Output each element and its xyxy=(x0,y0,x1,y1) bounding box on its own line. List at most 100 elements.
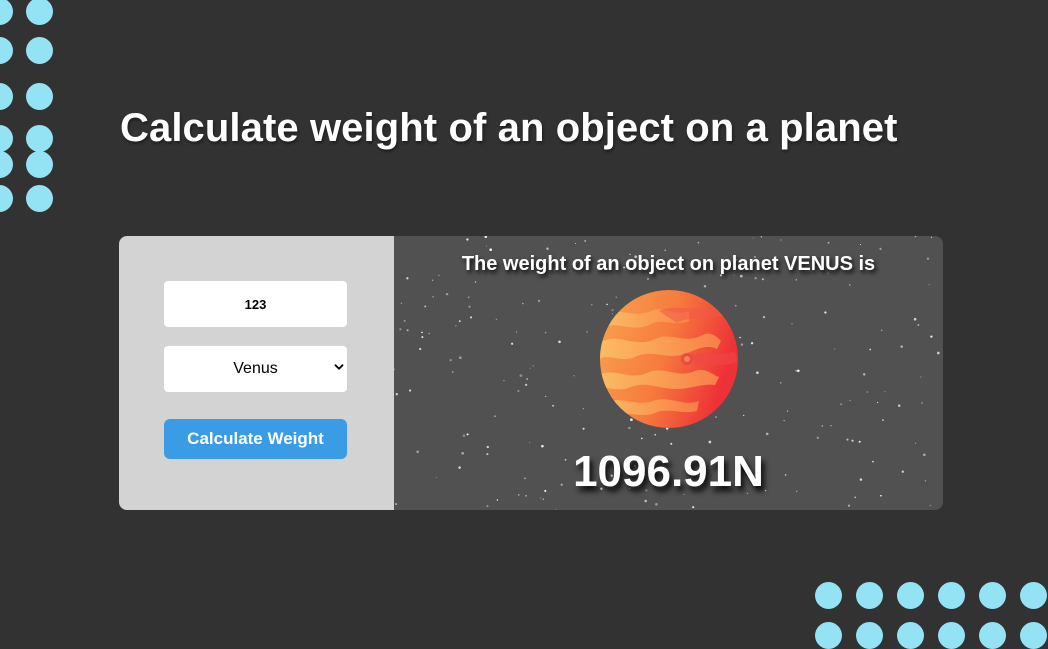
star xyxy=(750,342,754,345)
star xyxy=(670,442,673,445)
decorative-dots-bottom-right xyxy=(815,582,1047,649)
star xyxy=(428,332,430,335)
star xyxy=(539,497,541,499)
decorative-dots-top-left xyxy=(0,0,53,220)
decorative-dot xyxy=(897,582,924,609)
star xyxy=(529,442,531,444)
decorative-dot xyxy=(26,151,53,178)
star xyxy=(869,348,872,351)
decorative-dot xyxy=(979,582,1006,609)
star xyxy=(929,504,932,507)
star xyxy=(403,319,406,322)
star xyxy=(664,249,666,252)
star xyxy=(586,331,588,333)
star xyxy=(862,373,866,376)
star xyxy=(496,499,499,501)
star xyxy=(406,329,409,332)
star xyxy=(519,374,523,377)
star xyxy=(574,242,577,245)
star xyxy=(466,433,469,436)
decorative-dot xyxy=(815,622,842,649)
star xyxy=(915,442,917,444)
star xyxy=(408,389,412,392)
star xyxy=(791,323,793,325)
star xyxy=(395,503,398,506)
star xyxy=(834,348,836,350)
star xyxy=(542,498,545,501)
star xyxy=(848,284,851,286)
star xyxy=(529,367,531,369)
star xyxy=(821,425,823,427)
star xyxy=(510,342,514,345)
star xyxy=(517,389,520,393)
star xyxy=(451,371,454,373)
star xyxy=(866,391,869,393)
star xyxy=(474,281,477,283)
star xyxy=(494,415,496,417)
star xyxy=(584,240,586,242)
star xyxy=(882,419,884,421)
star xyxy=(546,247,549,250)
star xyxy=(739,336,741,339)
star xyxy=(486,245,488,247)
star xyxy=(765,432,769,436)
star xyxy=(760,236,763,238)
star xyxy=(795,279,797,281)
star xyxy=(399,328,402,331)
star xyxy=(876,401,879,404)
calculate-weight-button[interactable]: Calculate Weight xyxy=(164,419,347,459)
star xyxy=(462,434,466,437)
result-panel: The weight of an object on planet VENUS … xyxy=(394,236,943,510)
star xyxy=(827,241,830,244)
star xyxy=(920,376,922,378)
star xyxy=(467,296,470,299)
decorative-dot xyxy=(26,0,53,25)
star xyxy=(582,427,585,430)
result-weight-value: 1096.91N xyxy=(573,447,764,496)
star xyxy=(761,278,764,281)
star xyxy=(914,236,917,238)
star xyxy=(743,414,745,417)
star xyxy=(573,375,575,377)
star xyxy=(830,425,832,427)
star xyxy=(400,302,403,304)
star xyxy=(897,404,901,407)
star xyxy=(545,395,547,398)
star xyxy=(740,343,744,346)
star xyxy=(880,329,883,332)
planet-select[interactable]: Venus xyxy=(164,346,347,392)
decorative-dot xyxy=(0,0,13,25)
star xyxy=(847,504,851,507)
star xyxy=(466,238,469,241)
star xyxy=(921,402,923,404)
star xyxy=(644,499,647,503)
decorative-dot xyxy=(938,582,965,609)
star xyxy=(469,316,473,319)
star xyxy=(445,292,449,296)
star xyxy=(486,505,489,507)
star xyxy=(458,320,461,322)
decorative-dot xyxy=(0,151,13,178)
star xyxy=(537,299,541,303)
star xyxy=(756,371,759,375)
star xyxy=(884,391,886,393)
star xyxy=(796,369,800,373)
star xyxy=(406,277,409,280)
star xyxy=(503,379,505,382)
star xyxy=(532,365,534,367)
star xyxy=(824,311,827,314)
star xyxy=(858,440,861,443)
star xyxy=(424,305,427,308)
decorative-dot xyxy=(26,125,53,152)
star xyxy=(928,284,930,286)
star xyxy=(917,324,920,326)
star xyxy=(395,393,398,396)
star xyxy=(544,331,547,334)
star xyxy=(708,440,712,444)
star xyxy=(555,509,557,510)
decorative-dot xyxy=(897,622,924,649)
star xyxy=(900,345,903,348)
star xyxy=(840,403,843,406)
mass-input[interactable] xyxy=(164,281,347,327)
decorative-dot xyxy=(815,582,842,609)
